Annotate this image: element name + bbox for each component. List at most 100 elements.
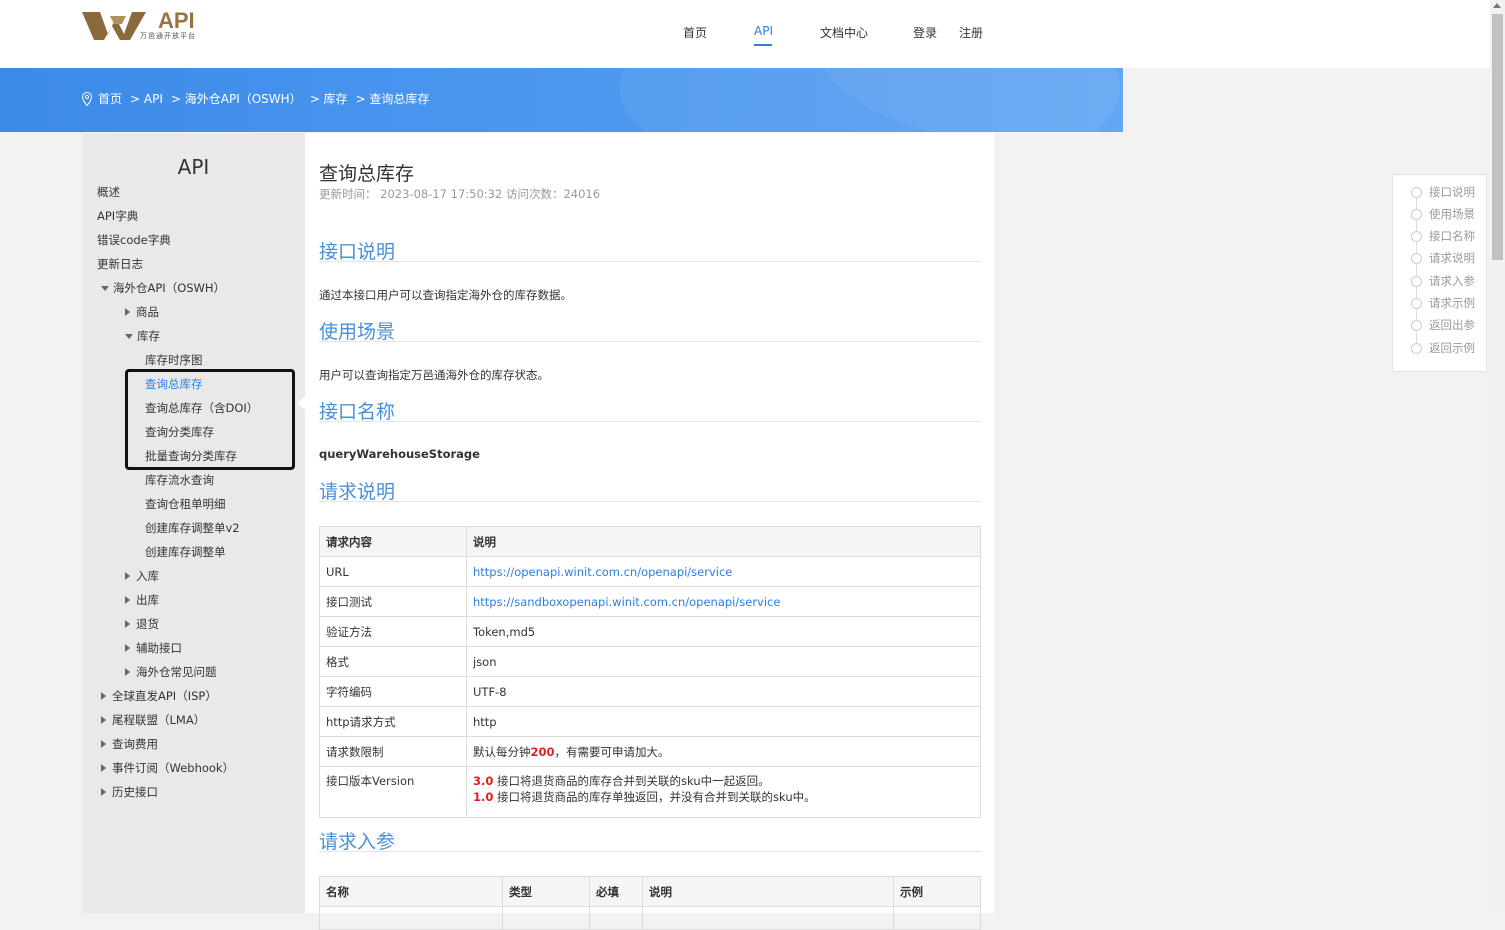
toc-item-label: 返回示例 <box>1429 341 1475 355</box>
sidebar-item-label: 更新日志 <box>97 257 143 271</box>
limit-prefix: 默认每分钟 <box>473 744 531 759</box>
breadcrumb-home[interactable]: 首页 <box>98 90 122 107</box>
toc-item-params[interactable]: 请求入参 <box>1411 273 1475 289</box>
sidebar-item-label: 错误code字典 <box>97 233 171 247</box>
page-banner: 首页 > API > 海外仓API（OSWH） > 库存 > 查询总库存 <box>0 68 1123 132</box>
table-header-cell: 名称 <box>319 876 503 907</box>
table-cell: Token,md5 <box>466 616 981 647</box>
table-row: URL https://openapi.winit.com.cn/openapi… <box>319 556 981 587</box>
sidebar-item-legacy[interactable]: 历史接口 <box>100 784 158 800</box>
sidebar-item-inbound[interactable]: 入库 <box>124 568 159 584</box>
nav-home[interactable]: 首页 <box>683 24 707 41</box>
toc-dot-icon <box>1411 275 1422 287</box>
sidebar-item-label: 出库 <box>136 593 159 607</box>
scrollbar-thumb[interactable] <box>1492 14 1503 260</box>
toc-item-scene[interactable]: 使用场景 <box>1411 206 1475 222</box>
section-title-request: 请求说明 <box>319 481 396 503</box>
sidebar-item-products[interactable]: 商品 <box>124 304 159 320</box>
sidebar-item-label: API字典 <box>97 209 139 223</box>
sandbox-url-link[interactable]: https://sandboxopenapi.winit.com.cn/open… <box>473 595 780 609</box>
sidebar-item-isp[interactable]: 全球直发API（ISP） <box>100 688 217 704</box>
toc-item-response-params[interactable]: 返回出参 <box>1411 317 1475 333</box>
sidebar-item-auxiliary[interactable]: 辅助接口 <box>124 640 182 656</box>
interface-name: queryWarehouseStorage <box>319 447 480 461</box>
caret-right-icon <box>125 644 130 652</box>
toc-item-label: 请求入参 <box>1429 274 1475 288</box>
caret-down-icon <box>101 285 109 291</box>
breadcrumb-oswh[interactable]: > 海外仓API（OSWH） <box>171 90 302 107</box>
table-cell: http <box>466 706 981 737</box>
sidebar-item-oswh[interactable]: 海外仓API（OSWH） <box>101 280 225 296</box>
sidebar-item-label: 库存 <box>137 329 160 343</box>
table-header-cell: 请求内容 <box>319 526 467 557</box>
sidebar-item-outbound[interactable]: 出库 <box>124 592 159 608</box>
section-title-intro: 接口说明 <box>319 241 396 263</box>
highlight-annotation-box <box>125 369 295 470</box>
sidebar-item-label: 库存流水查询 <box>145 473 214 487</box>
sidebar-item-inventory-flow[interactable]: 库存流水查询 <box>145 472 214 488</box>
caret-right-icon <box>101 764 106 772</box>
url-link[interactable]: https://openapi.winit.com.cn/openapi/ser… <box>473 565 732 579</box>
breadcrumb-api[interactable]: > API <box>130 92 163 106</box>
table-row: 验证方法 Token,md5 <box>319 616 981 647</box>
sidebar-item-inventory[interactable]: 库存 <box>125 328 160 344</box>
sidebar-item-label: 尾程联盟（LMA） <box>112 713 206 727</box>
sidebar-item-api-dict[interactable]: API字典 <box>97 208 138 224</box>
nav-login[interactable]: 登录 <box>913 24 937 41</box>
table-row: 接口测试 https://sandboxopenapi.winit.com.cn… <box>319 586 981 617</box>
breadcrumb-inventory[interactable]: > 库存 <box>310 90 348 107</box>
sidebar-item-returns[interactable]: 退货 <box>124 616 159 632</box>
scroll-up-arrow-icon[interactable] <box>1493 3 1501 8</box>
breadcrumb-current: > 查询总库存 <box>355 92 430 106</box>
toc-item-intro[interactable]: 接口说明 <box>1411 184 1475 200</box>
nav-active-indicator <box>754 44 772 46</box>
nav-docs[interactable]: 文档中心 <box>820 24 868 41</box>
caret-right-icon <box>125 668 130 676</box>
sidebar-item-changelog[interactable]: 更新日志 <box>97 256 143 272</box>
sidebar-item-overview[interactable]: 概述 <box>97 184 120 200</box>
top-navbar: API 万邑通开放平台 首页 API 文档中心 登录 注册 <box>0 0 1490 68</box>
toc-item-response-example[interactable]: 返回示例 <box>1411 340 1475 356</box>
caret-right-icon <box>101 716 106 724</box>
toc-dot-icon <box>1411 230 1422 242</box>
toc-item-request-example[interactable]: 请求示例 <box>1411 295 1475 311</box>
table-cell: 默认每分钟200，有需要可申请加大。 <box>466 736 981 767</box>
table-row <box>319 906 981 930</box>
sidebar-item-webhook[interactable]: 事件订阅（Webhook） <box>100 760 234 776</box>
sidebar-item-error-codes[interactable]: 错误code字典 <box>97 232 171 248</box>
toc-dot-icon <box>1411 297 1422 309</box>
table-cell <box>893 906 981 930</box>
sidebar-item-create-adjustment[interactable]: 创建库存调整单 <box>145 544 226 560</box>
params-table: 名称 类型 必填 说明 示例 <box>319 876 981 930</box>
table-cell: http请求方式 <box>319 706 467 737</box>
sidebar-item-label: 库存时序图 <box>145 353 203 367</box>
sidebar-title: API <box>177 155 210 179</box>
section-divider <box>319 421 981 422</box>
sidebar-item-label: 事件订阅（Webhook） <box>112 761 235 775</box>
sidebar-item-create-adjustment-v2[interactable]: 创建库存调整单v2 <box>145 520 240 536</box>
toc-item-label: 请求说明 <box>1429 251 1475 265</box>
caret-right-icon <box>125 308 130 316</box>
caret-right-icon <box>101 692 106 700</box>
sidebar-item-faq[interactable]: 海外仓常见问题 <box>124 664 217 680</box>
table-header-row: 名称 类型 必填 说明 示例 <box>319 876 981 907</box>
table-cell: 格式 <box>319 646 467 677</box>
limit-suffix: ，有需要可申请加大。 <box>554 744 670 759</box>
location-pin-icon <box>82 91 92 106</box>
nav-register[interactable]: 注册 <box>959 24 983 41</box>
sidebar-item-fees[interactable]: 查询费用 <box>100 736 158 752</box>
sidebar-item-lma[interactable]: 尾程联盟（LMA） <box>100 712 205 728</box>
sidebar-item-label: 退货 <box>136 617 159 631</box>
toc-item-request[interactable]: 请求说明 <box>1411 250 1475 266</box>
toc-item-name[interactable]: 接口名称 <box>1411 228 1475 244</box>
version-line: 3.0 接口将退货商品的库存合并到关联的sku中一起返回。 <box>473 773 974 789</box>
sidebar-item-inventory-sequence[interactable]: 库存时序图 <box>145 352 203 368</box>
sidebar-item-storage-fee-detail[interactable]: 查询仓租单明细 <box>145 496 226 512</box>
version-number: 3.0 <box>473 774 494 788</box>
caret-right-icon <box>125 596 130 604</box>
table-header-cell: 说明 <box>466 526 981 557</box>
caret-right-icon <box>125 572 130 580</box>
section-text-intro: 通过本接口用户可以查询指定海外仓的库存数据。 <box>319 288 572 302</box>
nav-api[interactable]: API <box>754 24 773 38</box>
table-cell <box>589 906 643 930</box>
